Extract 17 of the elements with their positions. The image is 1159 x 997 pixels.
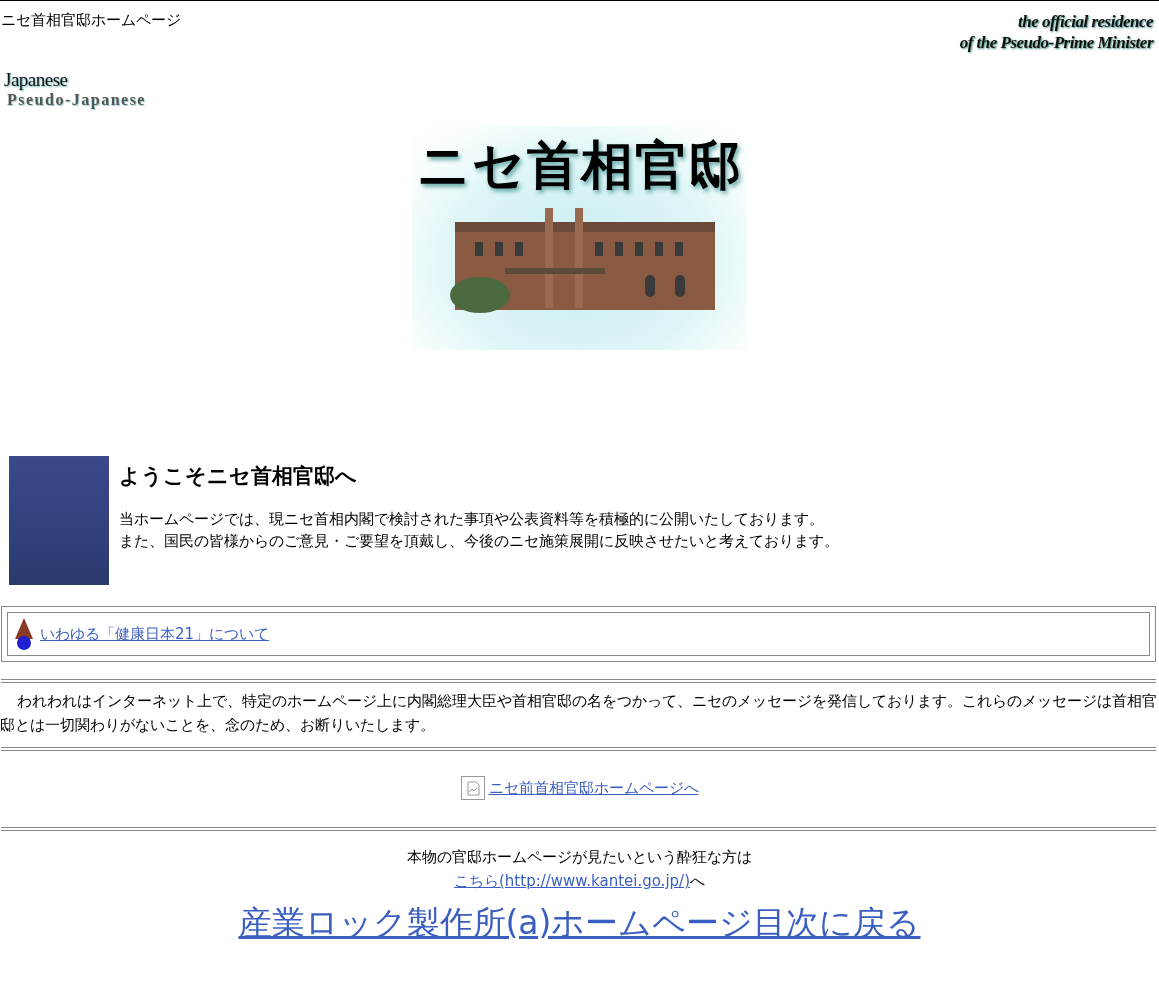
welcome-heading: ようこそニセ首相官邸へ <box>119 463 358 490</box>
feature-link[interactable]: いわゆる「健康日本21」について <box>40 624 270 644</box>
previous-site-link[interactable]: ニセ前首相官邸ホームページへ <box>488 778 699 798</box>
real-site-link[interactable]: こちら(http://www.kantei.go.jp/) <box>454 872 690 890</box>
banner-title: ニセ首相官邸 <box>416 133 743 197</box>
welcome-text: 当ホームページでは、現ニセ首相内閣で検討された事項や公表資料等を積極的に公開いたしております。 <box>119 509 825 530</box>
back-to-index-link[interactable]: 産業ロック製作所(a)ホームページ目次に戻る <box>238 903 921 943</box>
site-logo: the official residence of the Pseudo-Prime Minister <box>959 11 1155 53</box>
figure-icon <box>14 617 34 651</box>
page-title: ニセ首相官邸ホームページ <box>0 11 181 30</box>
disclaimer-text: われわれはインターネット上で、特定のホームページ上に内閣総理大臣や首相官邸の名をつかって、ニセのメッセージを発信しております。これらのメッセージは首相官邸とは一切関わりがないことを、念のため、お断りいたします。 <box>0 692 1157 734</box>
language-link[interactable]: Pseudo-Japanese <box>7 91 146 109</box>
language-link[interactable]: Japanese <box>4 69 68 91</box>
welcome-text: また、国民の皆様からのご意見・ご要望を頂戴し、今後のニセ施策展開に反映させたいと考えております。 <box>119 531 839 552</box>
real-site-suffix: へ <box>690 872 705 890</box>
real-site-text: 本物の官邸ホームページが見たいという酔狂な方は <box>407 847 752 868</box>
broken-image-icon <box>460 776 485 800</box>
